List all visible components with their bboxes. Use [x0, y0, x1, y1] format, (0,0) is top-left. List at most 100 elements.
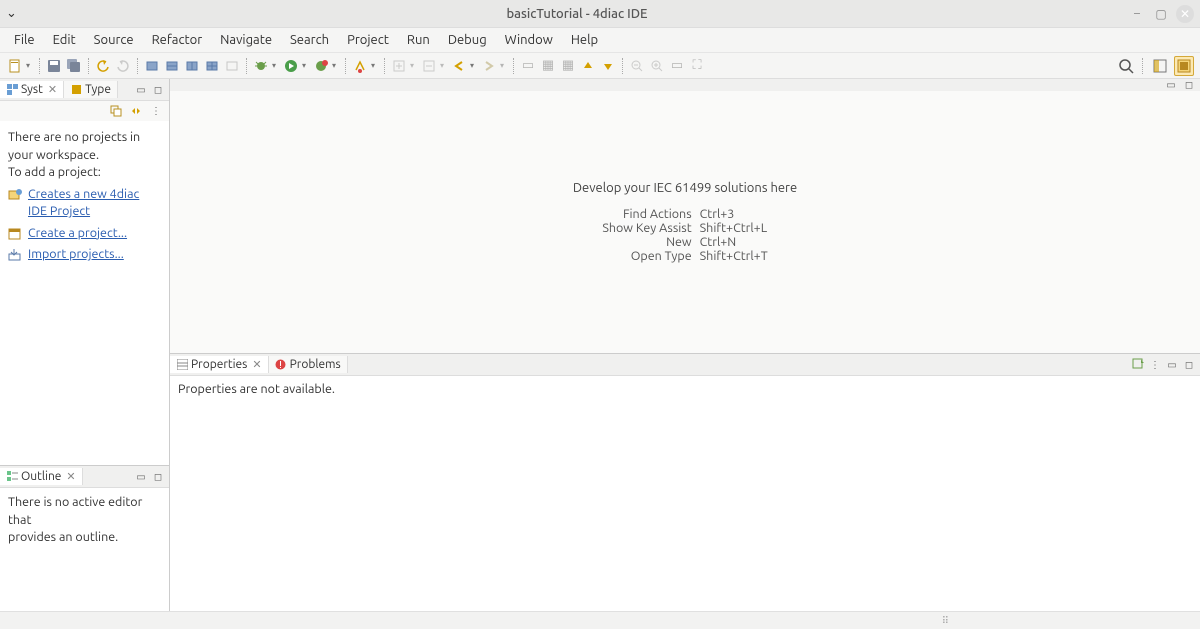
shortcut-key-2: Ctrl+N — [700, 235, 768, 249]
zoom-out-icon[interactable] — [628, 57, 646, 75]
bottom-maximize-icon[interactable]: ◻ — [1182, 358, 1196, 372]
outline-minimize-icon[interactable]: ▭ — [134, 470, 148, 484]
minimize-button[interactable]: – — [1128, 5, 1146, 23]
menu-debug[interactable]: Debug — [440, 30, 495, 50]
outline-text-2: provides an outline. — [8, 529, 161, 547]
tab-outline-close[interactable]: ✕ — [66, 470, 75, 483]
close-button[interactable]: ✕ — [1176, 5, 1194, 23]
box4-icon[interactable] — [203, 57, 221, 75]
new-dropdown[interactable]: ▾ — [26, 61, 34, 70]
bottom-minimize-icon[interactable]: ▭ — [1165, 358, 1179, 372]
run-dropdown[interactable]: ▾ — [302, 61, 310, 70]
menu-refactor[interactable]: Refactor — [144, 30, 211, 50]
menu-navigate[interactable]: Navigate — [212, 30, 280, 50]
tab-properties-close[interactable]: ✕ — [252, 358, 261, 371]
run-config-icon[interactable] — [312, 57, 330, 75]
nav-icon-1[interactable] — [390, 57, 408, 75]
debug-dropdown[interactable]: ▾ — [272, 61, 280, 70]
system-icon — [6, 84, 18, 96]
link-create-project[interactable]: Create a project... — [8, 225, 161, 243]
forward-icon[interactable] — [480, 57, 498, 75]
link-editor-icon[interactable] — [129, 104, 143, 118]
box5-icon[interactable] — [223, 57, 241, 75]
box3-icon[interactable] — [183, 57, 201, 75]
editor-minimize-icon[interactable]: ▭ — [1164, 78, 1178, 92]
menu-project[interactable]: Project — [339, 30, 397, 50]
tab-syst-close[interactable]: ✕ — [48, 83, 57, 96]
redo-icon[interactable] — [114, 57, 132, 75]
step-icon-2[interactable]: ▦ — [539, 57, 557, 75]
editor-heading: Develop your IEC 61499 solutions here — [573, 181, 797, 195]
tab-outline[interactable]: Outline ✕ — [0, 468, 83, 485]
nav2-dropdown[interactable]: ▾ — [440, 61, 448, 70]
nav-icon-2[interactable] — [420, 57, 438, 75]
panel-maximize-icon[interactable]: ◻ — [151, 83, 165, 97]
run-icon[interactable] — [282, 57, 300, 75]
save-all-icon[interactable] — [65, 57, 83, 75]
zoom-fit-icon[interactable]: ▭ — [668, 57, 686, 75]
menu-search[interactable]: Search — [282, 30, 337, 50]
new-view-icon[interactable] — [1131, 358, 1145, 372]
launch-icon[interactable] — [351, 57, 369, 75]
link-new-4diac-text-2: IDE Project — [28, 204, 90, 218]
open-perspective-icon[interactable] — [1150, 56, 1170, 76]
launch-dropdown[interactable]: ▾ — [371, 61, 379, 70]
tab-properties[interactable]: Properties ✕ — [170, 356, 269, 373]
shortcut-key-0: Ctrl+3 — [700, 207, 768, 221]
menu-file[interactable]: File — [6, 30, 43, 50]
debug-icon[interactable] — [252, 57, 270, 75]
menu-edit[interactable]: Edit — [45, 30, 84, 50]
shortcut-label-1: Show Key Assist — [602, 221, 691, 235]
type-icon — [70, 84, 82, 96]
save-icon[interactable] — [45, 57, 63, 75]
menu-source[interactable]: Source — [86, 30, 142, 50]
link-new-4diac-project[interactable]: Creates a new 4diac IDE Project — [8, 186, 161, 221]
panel-minimize-icon[interactable]: ▭ — [134, 83, 148, 97]
editor-maximize-icon[interactable]: ◻ — [1182, 78, 1196, 92]
zoom-in-icon[interactable] — [648, 57, 666, 75]
tab-syst-label: Syst — [21, 83, 43, 96]
tab-problems[interactable]: Problems — [269, 356, 348, 373]
shortcut-label-0: Find Actions — [602, 207, 691, 221]
collapse-all-icon[interactable] — [109, 104, 123, 118]
problems-icon — [275, 359, 287, 371]
shortcut-grid: Find Actions Ctrl+3 Show Key Assist Shif… — [602, 207, 767, 263]
run-config-dropdown[interactable]: ▾ — [332, 61, 340, 70]
tab-problems-label: Problems — [290, 358, 341, 371]
forward-dropdown[interactable]: ▾ — [500, 61, 508, 70]
box2-icon[interactable] — [163, 57, 181, 75]
menu-window[interactable]: Window — [497, 30, 561, 50]
link-import-projects-text: Import projects... — [28, 246, 124, 264]
outline-body: There is no active editor that provides … — [0, 488, 169, 611]
titlebar-menu-icon[interactable]: ⌄ — [6, 6, 26, 21]
nav1-dropdown[interactable]: ▾ — [410, 61, 418, 70]
back-dropdown[interactable]: ▾ — [470, 61, 478, 70]
undo-icon[interactable] — [94, 57, 112, 75]
tab-type[interactable]: Type — [64, 81, 118, 98]
maximize-button[interactable]: ▢ — [1152, 5, 1170, 23]
tab-properties-label: Properties — [191, 358, 247, 371]
project-panel-body: There are no projects in your workspace.… — [0, 121, 169, 465]
link-import-projects[interactable]: Import projects... — [8, 246, 161, 264]
back-icon[interactable] — [450, 57, 468, 75]
bottom-view-menu-icon[interactable]: ⋮ — [1148, 358, 1162, 372]
down-icon[interactable] — [599, 57, 617, 75]
step-icon-1[interactable]: ▭ — [519, 57, 537, 75]
outline-maximize-icon[interactable]: ◻ — [151, 470, 165, 484]
left-panel-tabs: Syst ✕ Type ▭ ◻ — [0, 79, 169, 101]
up-icon[interactable] — [579, 57, 597, 75]
properties-icon — [176, 359, 188, 371]
new-icon[interactable] — [6, 57, 24, 75]
shortcut-key-3: Shift+Ctrl+T — [700, 249, 768, 263]
titlebar: ⌄ basicTutorial - 4diac IDE – ▢ ✕ — [0, 0, 1200, 28]
search-icon[interactable] — [1117, 57, 1135, 75]
menu-help[interactable]: Help — [563, 30, 606, 50]
statusbar-grip-icon[interactable]: ⠿ — [942, 615, 950, 627]
menu-run[interactable]: Run — [399, 30, 438, 50]
step-icon-3[interactable]: ▦ — [559, 57, 577, 75]
tab-syst[interactable]: Syst ✕ — [0, 81, 64, 98]
box1-icon[interactable] — [143, 57, 161, 75]
expand-icon[interactable]: ⛶ — [688, 57, 706, 75]
view-menu-icon[interactable]: ⋮ — [149, 104, 163, 118]
perspective-4diac-icon[interactable] — [1174, 56, 1194, 76]
